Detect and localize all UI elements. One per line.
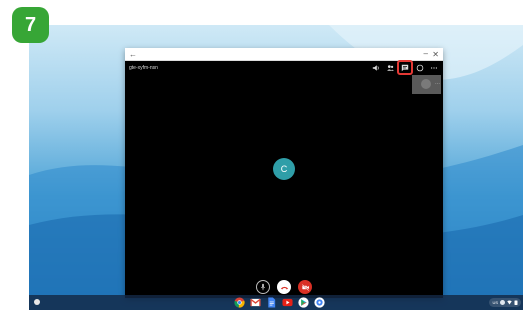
people-icon[interactable] (384, 62, 396, 74)
chromebook-desktop: ← – ✕ gte-xyfm-nsn ⋯ C US (29, 25, 523, 310)
window-titlebar: ← – ✕ (125, 48, 443, 61)
captions-icon[interactable] (414, 62, 426, 74)
meeting-code: gte-xyfm-nsn (129, 65, 158, 71)
settings-icon[interactable] (314, 297, 325, 308)
keyboard-layout-label: US (492, 300, 498, 305)
minimize-button[interactable]: – (424, 48, 428, 59)
close-button[interactable]: ✕ (432, 48, 439, 61)
back-arrow-icon[interactable]: ← (129, 48, 137, 61)
hang-up-icon (280, 286, 288, 289)
camera-off-icon (301, 283, 309, 291)
more-options-icon[interactable] (428, 62, 440, 74)
self-view-more-icon[interactable]: ⋯ (435, 81, 440, 87)
docs-icon[interactable] (266, 297, 277, 308)
camera-button[interactable] (298, 280, 312, 294)
chat-highlight-box (397, 60, 413, 75)
participant-avatar: C (273, 158, 295, 180)
volume-icon[interactable] (370, 62, 382, 74)
youtube-icon[interactable] (282, 297, 293, 308)
microphone-icon (260, 283, 266, 291)
play-store-icon[interactable] (298, 297, 309, 308)
chromeos-shelf: US (29, 295, 523, 310)
hang-up-button[interactable] (277, 280, 291, 294)
launcher-icon[interactable] (34, 299, 40, 305)
self-view-tile[interactable]: ⋯ (412, 75, 441, 94)
gmail-icon[interactable] (250, 297, 261, 308)
battery-icon (514, 300, 518, 305)
microphone-button[interactable] (256, 280, 270, 294)
chrome-icon[interactable] (234, 297, 245, 308)
screenshot-frame: 7 ← – ✕ gte-xyfm-nsn ⋯ C US (0, 0, 523, 310)
wifi-icon (507, 300, 512, 305)
notification-icon (500, 300, 505, 305)
google-meet-window: ← – ✕ gte-xyfm-nsn ⋯ C (125, 48, 443, 298)
status-tray[interactable]: US (489, 298, 521, 307)
self-avatar (421, 79, 431, 89)
step-number-badge: 7 (12, 7, 49, 43)
